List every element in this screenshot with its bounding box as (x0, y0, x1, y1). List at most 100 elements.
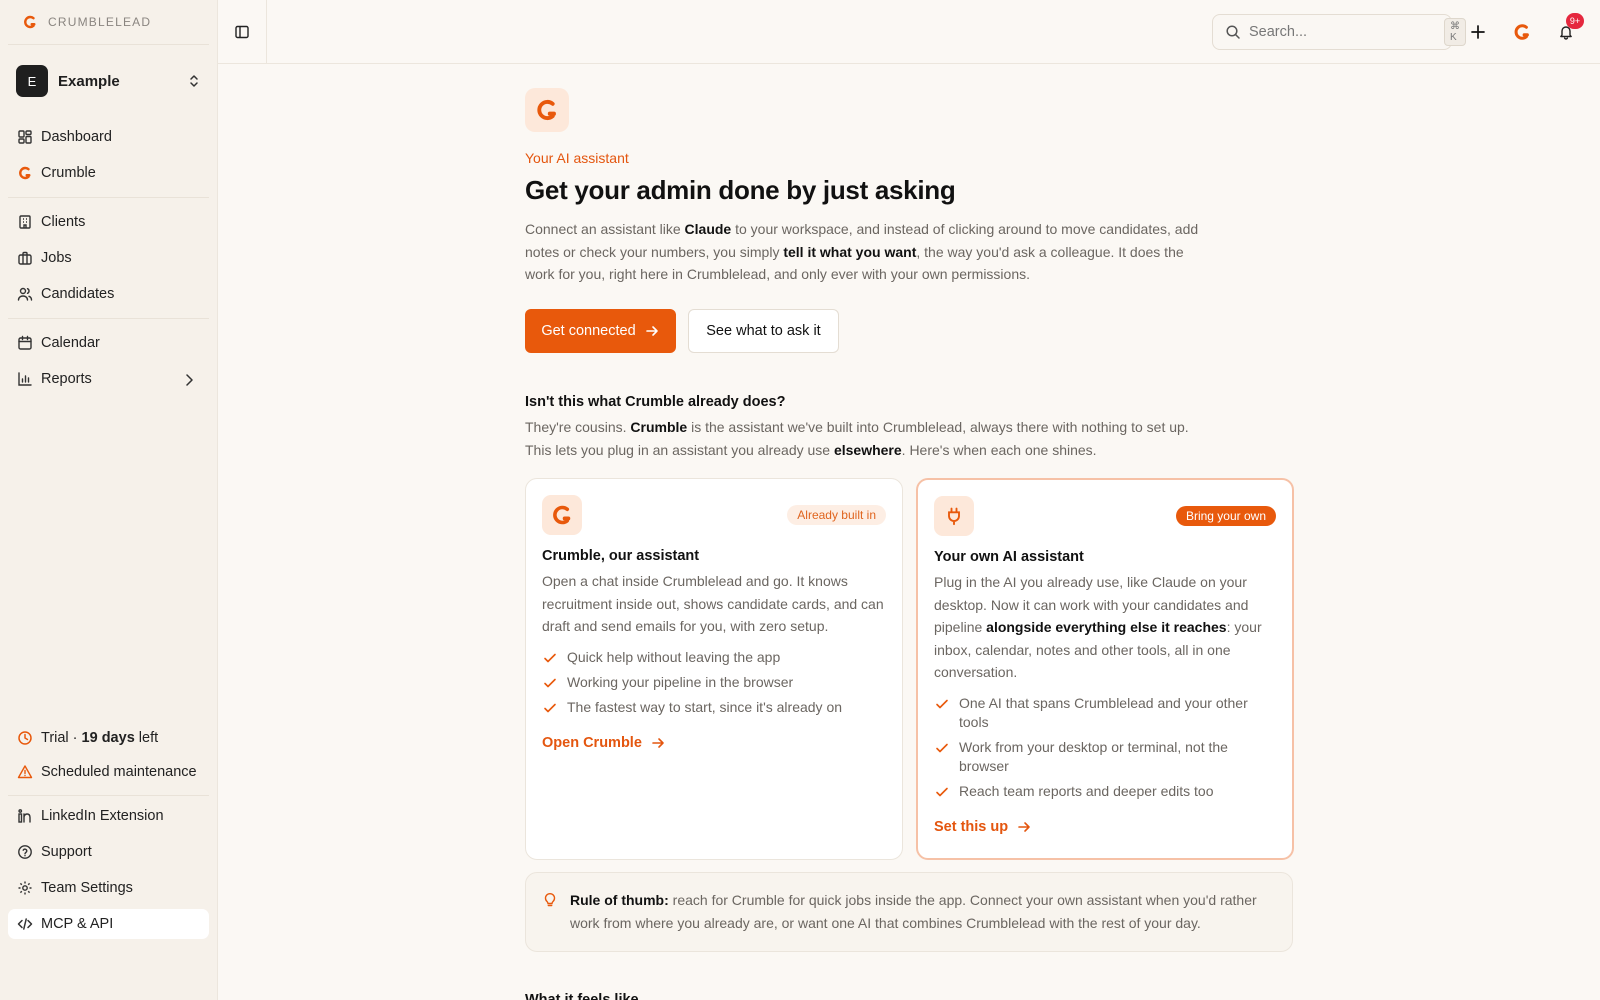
sidebar-item-dashboard[interactable]: Dashboard (8, 122, 209, 152)
arrow-right-icon (650, 735, 666, 751)
sidebar-toggle-button[interactable] (218, 0, 267, 64)
sidebar-item-clients[interactable]: Clients (8, 207, 209, 237)
notifications-badge: 9+ (1566, 13, 1584, 29)
check-icon (934, 696, 950, 712)
brand[interactable]: CRUMBLELEAD (22, 12, 151, 32)
calendar-icon (17, 335, 33, 351)
search-bar[interactable]: ⌘ K (1212, 14, 1466, 50)
list-item: Reach team reports and deeper edits too (934, 782, 1276, 801)
briefcase-icon (17, 250, 33, 266)
gear-icon (17, 880, 33, 896)
check-icon (542, 675, 558, 691)
get-connected-button[interactable]: Get connected (525, 309, 676, 353)
arrow-right-icon (1016, 819, 1032, 835)
brand-name: CRUMBLELEAD (48, 15, 152, 29)
plus-icon (1470, 24, 1486, 40)
linkedin-icon (17, 808, 33, 824)
maintenance-label: Scheduled maintenance (41, 764, 197, 780)
sidebar-panel-icon (234, 24, 250, 40)
hero-eyebrow: Your AI assistant (525, 150, 629, 166)
clock-icon (17, 730, 33, 746)
section-title: What it feels like (525, 992, 639, 1000)
sidebar-item-crumble[interactable]: Crumble (8, 158, 209, 188)
trial-status[interactable]: Trial · 19 days left (8, 723, 209, 753)
status-badge: Already built in (787, 505, 886, 525)
sidebar-item-support[interactable]: Support (8, 837, 209, 867)
users-icon (17, 286, 33, 302)
rule-of-thumb-callout: Rule of thumb: reach for Crumble for qui… (525, 872, 1293, 952)
lightbulb-icon (542, 892, 558, 908)
building-icon (17, 214, 33, 230)
sidebar-item-team-settings[interactable]: Team Settings (8, 873, 209, 903)
card-description: Open a chat inside Crumblelead and go. I… (542, 573, 884, 634)
dashboard-icon (17, 129, 33, 145)
divider (8, 197, 209, 198)
sidebar-item-label: Reports (41, 371, 92, 387)
maintenance-notice[interactable]: Scheduled maintenance (8, 757, 209, 787)
sidebar: CRUMBLELEAD E Example Dashboard Crumble … (0, 0, 218, 1000)
sidebar-item-label: Clients (41, 214, 86, 230)
check-icon (934, 740, 950, 756)
check-icon (542, 650, 558, 666)
add-button[interactable] (1466, 20, 1490, 44)
own-assistant-card: Bring your own Your own AI assistant Plu… (916, 478, 1294, 860)
sidebar-item-label: Team Settings (41, 880, 133, 896)
sidebar-item-candidates[interactable]: Candidates (8, 279, 209, 309)
open-crumble-link[interactable]: Open Crumble (542, 735, 666, 751)
warning-icon (17, 764, 33, 780)
sidebar-item-jobs[interactable]: Jobs (8, 243, 209, 273)
sidebar-item-label: Candidates (41, 286, 115, 302)
help-circle-icon (17, 844, 33, 860)
card-title: Crumble, our assistant (542, 548, 700, 564)
set-this-up-link[interactable]: Set this up (934, 819, 1032, 835)
trial-label: Trial · 19 days left (41, 730, 159, 746)
list-item: Work from your desktop or terminal, not … (934, 738, 1276, 776)
button-label: Get connected (541, 323, 636, 339)
sidebar-item-mcp-api[interactable]: MCP & API (8, 909, 209, 939)
sidebar-item-linkedin-extension[interactable]: LinkedIn Extension (8, 801, 209, 831)
trial-days: 19 days (81, 730, 135, 746)
feature-list: Quick help without leaving the app Worki… (542, 648, 886, 717)
button-label: See what to ask it (706, 323, 821, 339)
divider (8, 318, 209, 319)
search-icon (1225, 24, 1241, 40)
sidebar-item-label: Dashboard (41, 129, 112, 145)
sidebar-item-label: Jobs (41, 250, 72, 266)
sidebar-item-label: Calendar (41, 335, 100, 351)
workspace-switcher[interactable]: E Example (16, 65, 202, 97)
bar-chart-icon (17, 371, 33, 387)
crumble-logo-icon (17, 165, 33, 181)
chevrons-up-down-icon (186, 73, 202, 89)
crumble-card: Already built in Crumble, our assistant … (525, 478, 903, 860)
sidebar-item-calendar[interactable]: Calendar (8, 328, 209, 358)
page-title: Get your admin done by just asking (525, 175, 956, 205)
hero-description: Connect an assistant like Claude to your… (525, 221, 1199, 282)
notifications-button[interactable]: 9+ (1554, 13, 1584, 44)
card-description: Plug in the AI you already use, like Cla… (934, 574, 1262, 680)
divider (8, 44, 209, 45)
list-item: The fastest way to start, since it's alr… (542, 698, 886, 717)
sidebar-item-label: Crumble (41, 165, 96, 181)
list-item: Working your pipeline in the browser (542, 673, 886, 692)
check-icon (542, 700, 558, 716)
card-title: Your own AI assistant (934, 549, 1084, 565)
see-what-to-ask-button[interactable]: See what to ask it (688, 309, 839, 353)
chevron-right-icon (181, 372, 197, 388)
status-badge: Bring your own (1175, 506, 1276, 526)
sidebar-item-label: LinkedIn Extension (41, 808, 164, 824)
search-input[interactable] (1249, 24, 1436, 40)
card-icon (542, 495, 582, 535)
check-icon (934, 784, 950, 800)
section-description: They're cousins. Crumble is the assistan… (525, 419, 1189, 458)
sidebar-item-reports[interactable]: Reports (8, 364, 209, 394)
crumble-logo-icon (534, 97, 560, 123)
workspace-name: Example (58, 72, 120, 90)
hero-logo (525, 88, 569, 132)
crumble-assistant-button[interactable] (1510, 20, 1534, 44)
sidebar-item-label: MCP & API (41, 916, 114, 932)
arrow-right-icon (644, 323, 660, 339)
tip-label: Rule of thumb: (570, 892, 669, 908)
crumble-logo-icon (1512, 22, 1532, 42)
sidebar-item-label: Support (41, 844, 92, 860)
code-icon (17, 916, 33, 932)
